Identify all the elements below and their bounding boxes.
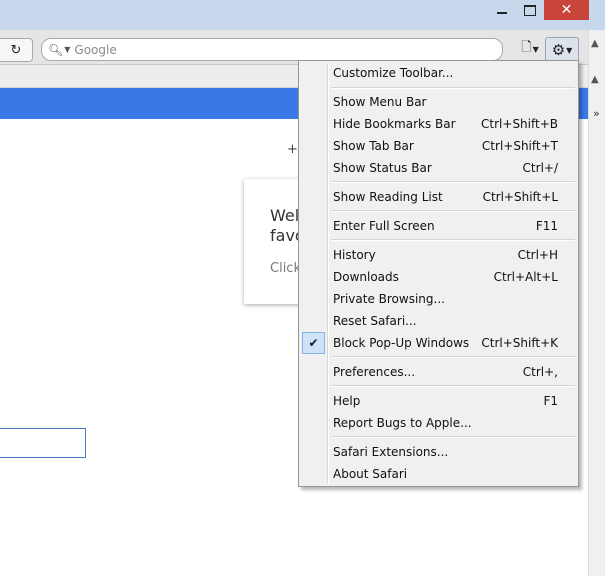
welcome-title-line1: Wel	[270, 206, 300, 225]
menu-item-shortcut: F1	[543, 394, 558, 408]
menu-item-shortcut: Ctrl+Shift+T	[481, 139, 558, 153]
menu-item-block-popup-windows[interactable]: ✔ Block Pop-Up Windows Ctrl+Shift+K	[301, 332, 576, 354]
menu-item-show-status-bar[interactable]: Show Status Bar Ctrl+/	[301, 157, 576, 179]
menu-item-label: Show Reading List	[333, 190, 443, 204]
menu-item-enter-full-screen[interactable]: Enter Full Screen F11	[301, 215, 576, 237]
close-icon: ✕	[560, 2, 573, 18]
maximize-button[interactable]	[517, 0, 543, 20]
menu-item-help[interactable]: Help F1	[301, 390, 576, 412]
search-icon: 🔍︎	[48, 42, 64, 57]
menu-item-label: Show Tab Bar	[333, 139, 414, 153]
reload-icon: ↻	[10, 42, 22, 58]
search-input[interactable]	[74, 42, 455, 57]
menu-item-label: History	[333, 248, 376, 262]
menu-item-label: About Safari	[333, 467, 408, 481]
welcome-hint: Click	[270, 261, 301, 276]
page-menu-button[interactable]: 🗋 ▼	[517, 38, 543, 60]
menu-separator	[331, 385, 575, 387]
menu-item-report-bugs[interactable]: Report Bugs to Apple...	[301, 412, 576, 434]
menu-item-downloads[interactable]: Downloads Ctrl+Alt+L	[301, 266, 576, 288]
menu-item-hide-bookmarks-bar[interactable]: Hide Bookmarks Bar Ctrl+Shift+B	[301, 113, 576, 135]
reload-button[interactable]: ↻	[0, 38, 33, 62]
menu-item-label: Private Browsing...	[333, 292, 445, 306]
page-text-input[interactable]	[0, 428, 86, 458]
close-button[interactable]: ✕	[544, 0, 589, 20]
menu-item-shortcut: Ctrl+Shift+B	[481, 117, 558, 131]
chevron-down-icon: ▼	[566, 45, 573, 55]
menu-item-label: Enter Full Screen	[333, 219, 435, 233]
menu-item-reset-safari[interactable]: Reset Safari...	[301, 310, 576, 332]
menu-item-shortcut: Ctrl+H	[517, 248, 558, 262]
gear-icon: ⚙	[551, 41, 566, 59]
menu-item-label: Reset Safari...	[333, 314, 417, 328]
menu-item-shortcut: Ctrl+/	[522, 161, 558, 175]
menu-item-label: Preferences...	[333, 365, 416, 379]
menu-item-show-tab-bar[interactable]: Show Tab Bar Ctrl+Shift+T	[301, 135, 576, 157]
menu-item-shortcut: Ctrl+,	[522, 365, 558, 379]
sidebar-chevron-icon[interactable]: »	[593, 107, 600, 120]
menu-item-about-safari[interactable]: About Safari	[301, 463, 576, 485]
title-bar: ✕	[0, 0, 605, 30]
menu-separator	[331, 87, 575, 89]
menu-item-show-menu-bar[interactable]: Show Menu Bar	[301, 91, 576, 113]
menu-item-label: Show Status Bar	[333, 161, 432, 175]
search-engine-chevron-icon[interactable]: ▼	[64, 45, 70, 54]
menu-item-safari-extensions[interactable]: Safari Extensions...	[301, 441, 576, 463]
maximize-icon	[524, 4, 536, 16]
chevron-down-icon: ▼	[532, 44, 539, 54]
menu-item-label: Downloads	[333, 270, 399, 284]
menu-item-shortcut: Ctrl+Shift+L	[482, 190, 558, 204]
menu-item-shortcut: F11	[535, 219, 558, 233]
menu-separator	[331, 436, 575, 438]
menu-item-label: Show Menu Bar	[333, 95, 427, 109]
menu-separator	[331, 239, 575, 241]
menu-item-label: Help	[333, 394, 361, 408]
menu-item-label: Customize Toolbar...	[333, 66, 454, 80]
minimize-button[interactable]	[489, 0, 515, 20]
minimize-icon	[497, 12, 507, 14]
menu-item-label: Hide Bookmarks Bar	[333, 117, 456, 131]
menu-item-preferences[interactable]: Preferences... Ctrl+,	[301, 361, 576, 383]
menu-separator	[331, 181, 575, 183]
scroll-up-icon-2[interactable]: ▲	[591, 74, 599, 85]
settings-menu: Customize Toolbar... Show Menu Bar Hide …	[298, 60, 579, 487]
menu-item-history[interactable]: History Ctrl+H	[301, 244, 576, 266]
menu-item-customize-toolbar[interactable]: Customize Toolbar...	[301, 62, 576, 84]
menu-item-private-browsing[interactable]: Private Browsing...	[301, 288, 576, 310]
menu-separator	[331, 356, 575, 358]
menu-item-shortcut: Ctrl+Shift+K	[481, 336, 558, 350]
menu-item-show-reading-list[interactable]: Show Reading List Ctrl+Shift+L	[301, 186, 576, 208]
menu-item-shortcut: Ctrl+Alt+L	[493, 270, 558, 284]
scroll-up-icon[interactable]: ▲	[591, 38, 599, 49]
menu-item-label: Report Bugs to Apple...	[333, 416, 472, 430]
menu-item-label: Block Pop-Up Windows	[333, 336, 470, 350]
menu-item-label: Safari Extensions...	[333, 445, 449, 459]
checkmark-icon: ✔	[302, 332, 325, 354]
search-field[interactable]: 🔍︎ ▼	[41, 38, 503, 61]
menu-separator	[331, 210, 575, 212]
page-menu-icon: 🗋	[521, 40, 532, 55]
